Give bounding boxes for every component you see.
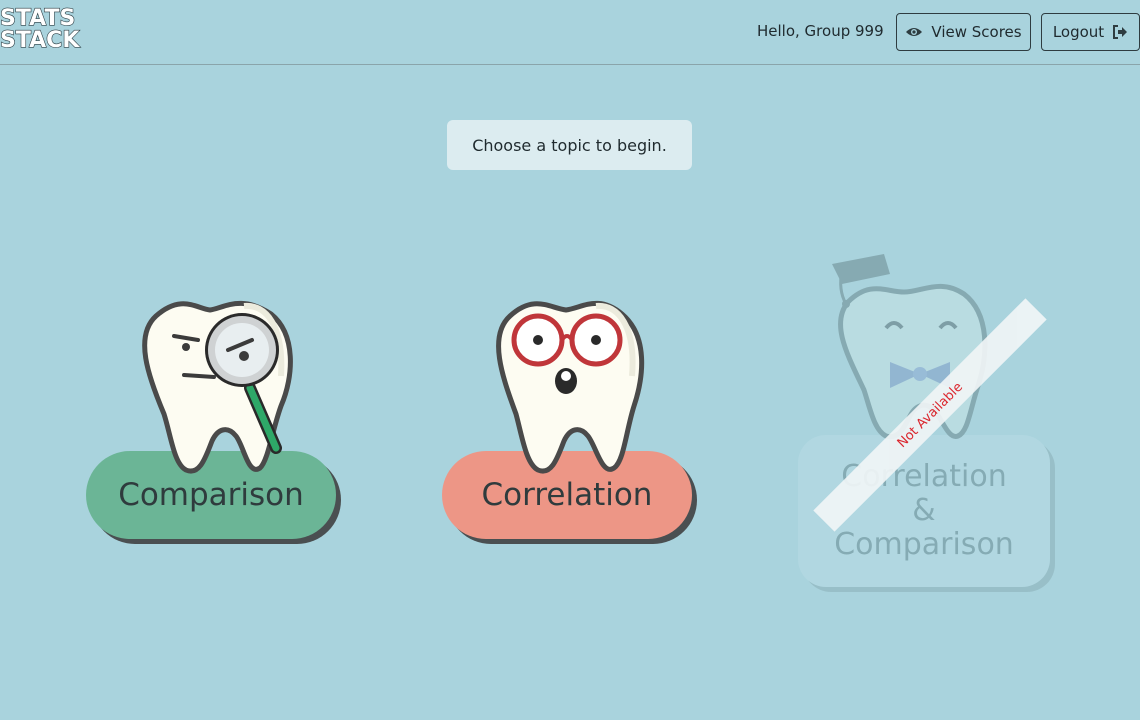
tooth-magnifier-icon — [142, 300, 293, 474]
view-scores-label: View Scores — [931, 23, 1022, 41]
topic-both-label-line2: & — [912, 493, 936, 528]
logout-button[interactable]: Logout — [1041, 13, 1140, 51]
stats-stack-logo[interactable]: STATS STACK — [0, 6, 80, 53]
topic-correlation-label: Correlation — [481, 477, 653, 513]
logout-label: Logout — [1052, 23, 1105, 41]
view-scores-button[interactable]: View Scores — [896, 13, 1031, 51]
topic-correlation-card[interactable]: Correlation — [442, 296, 700, 546]
topic-prompt: Choose a topic to begin. — [447, 120, 692, 170]
top-bar: STATS STACK Hello, Group 999 View Scores… — [0, 0, 1140, 65]
eye-icon — [906, 28, 923, 36]
user-greeting: Hello, Group 999 — [757, 22, 884, 40]
topic-both-label-line3: Comparison — [834, 527, 1014, 562]
tooth-glasses-icon — [496, 300, 645, 474]
logo-line-2: STACK — [0, 28, 80, 53]
topic-comparison-label: Comparison — [118, 477, 304, 513]
logo-line-1: STATS — [0, 6, 76, 31]
sign-out-icon — [1113, 25, 1128, 39]
topic-comparison-card[interactable]: Comparison — [86, 296, 344, 546]
